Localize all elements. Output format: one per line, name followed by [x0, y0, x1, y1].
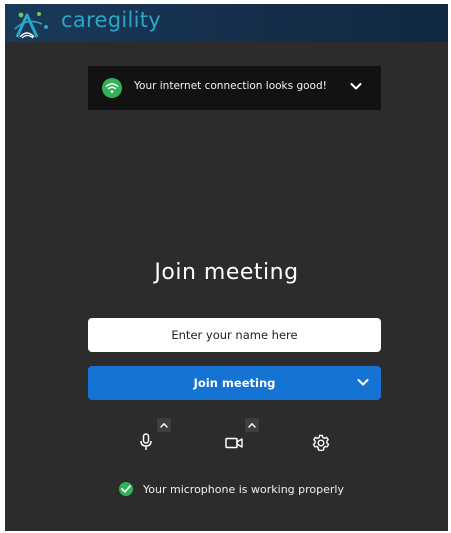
join-meeting-button[interactable]: Join meeting [88, 366, 381, 400]
check-circle-icon [119, 482, 133, 496]
microphone-status: Your microphone is working properly [119, 482, 344, 496]
gear-icon[interactable] [312, 434, 330, 452]
chevron-down-icon[interactable] [357, 378, 369, 387]
name-input[interactable] [88, 318, 381, 352]
app-window: caregility Your internet connection look… [5, 4, 448, 531]
brand-name: caregility [61, 8, 162, 32]
page-title: Join meeting [154, 260, 299, 285]
connection-banner[interactable]: Your internet connection looks good! [88, 66, 381, 110]
chevron-up-icon [248, 422, 256, 428]
microphone-options-button[interactable] [157, 418, 171, 432]
connection-status-text: Your internet connection looks good! [134, 80, 327, 92]
caregility-logo-icon [14, 12, 48, 39]
chevron-down-icon[interactable] [350, 82, 362, 91]
wifi-icon [102, 78, 122, 98]
app-header: caregility [5, 4, 448, 42]
camera-icon[interactable] [225, 437, 243, 449]
microphone-icon[interactable] [139, 433, 153, 451]
camera-options-button[interactable] [245, 418, 259, 432]
join-meeting-label: Join meeting [193, 376, 276, 390]
chevron-up-icon [160, 422, 168, 428]
microphone-status-text: Your microphone is working properly [143, 482, 344, 496]
